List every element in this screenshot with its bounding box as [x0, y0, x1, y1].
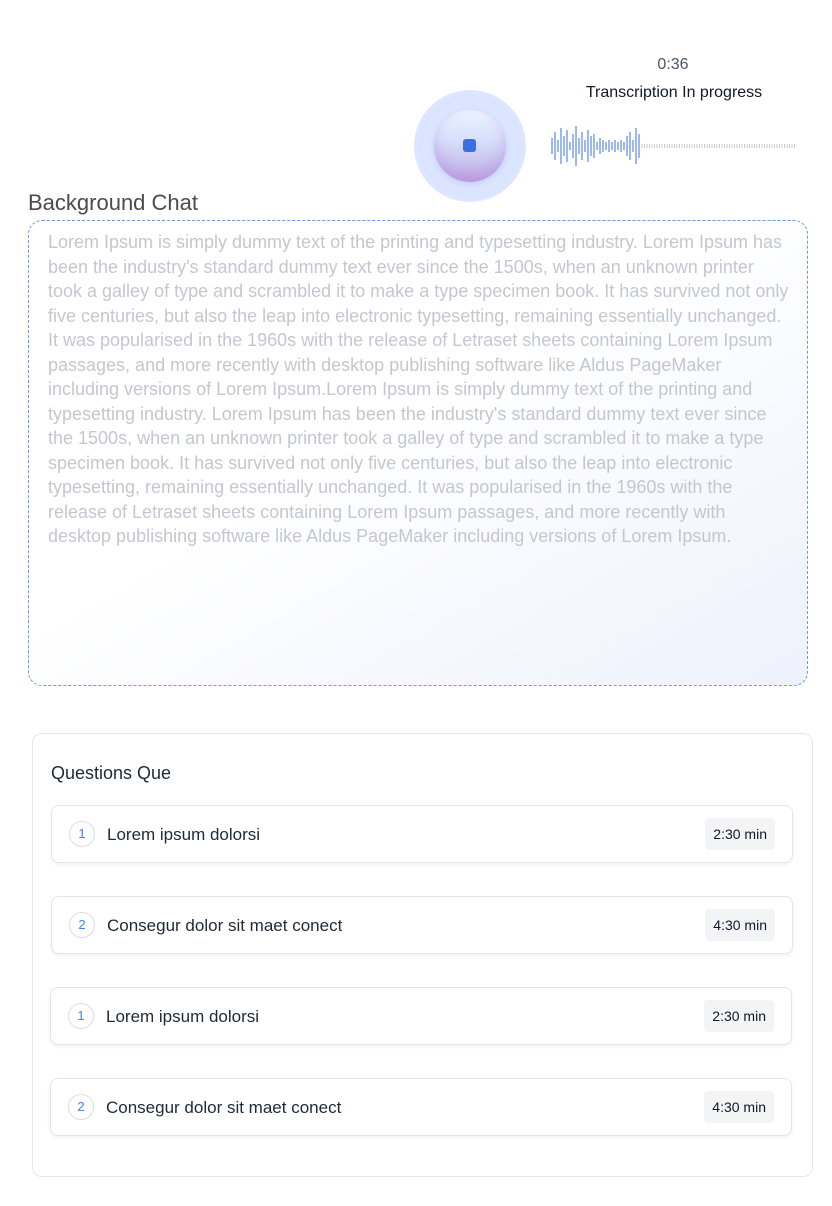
background-chat-title: Background Chat [28, 190, 198, 215]
question-text: Consegur dolor sit maet conect [106, 1098, 342, 1117]
question-text: Lorem ipsum dolorsi [107, 825, 261, 844]
question-number-badge: 2 [69, 912, 95, 938]
question-duration: 2:30 min [704, 1000, 774, 1032]
question-text: Consegur dolor sit maet conect [107, 916, 343, 935]
questions-queue: Questions Que 1 Lorem ipsum dolorsi 2:30… [32, 733, 813, 1177]
recording-orb [414, 90, 526, 202]
question-item[interactable]: 2 Consegur dolor sit maet conect 4:30 mi… [51, 896, 793, 954]
recording-orb-ring [422, 98, 518, 194]
recording-orb-core [434, 110, 506, 182]
question-number-badge: 2 [68, 1094, 94, 1120]
question-text: Lorem ipsum dolorsi [106, 1007, 260, 1026]
background-chat-text: Lorem Ipsum is simply dummy text of the … [48, 232, 789, 546]
questions-queue-title: Questions Que [51, 763, 172, 783]
question-number-badge: 1 [69, 821, 95, 847]
transcription-status: Transcription In progress [585, 84, 763, 101]
question-number-badge: 1 [68, 1003, 94, 1029]
question-duration: 4:30 min [704, 1091, 774, 1123]
background-chat-box[interactable]: Lorem Ipsum is simply dummy text of the … [28, 220, 808, 686]
stop-recording-button[interactable] [463, 139, 476, 152]
question-item[interactable]: 2 Consegur dolor sit maet conect 4:30 mi… [50, 1078, 792, 1136]
question-item[interactable]: 1 Lorem ipsum dolorsi 2:30 min [50, 987, 792, 1045]
question-duration: 4:30 min [705, 909, 775, 941]
audio-waveform [551, 126, 795, 166]
recording-timer: 0:36 [657, 56, 689, 73]
question-duration: 2:30 min [705, 818, 775, 850]
question-item[interactable]: 1 Lorem ipsum dolorsi 2:30 min [51, 805, 793, 863]
